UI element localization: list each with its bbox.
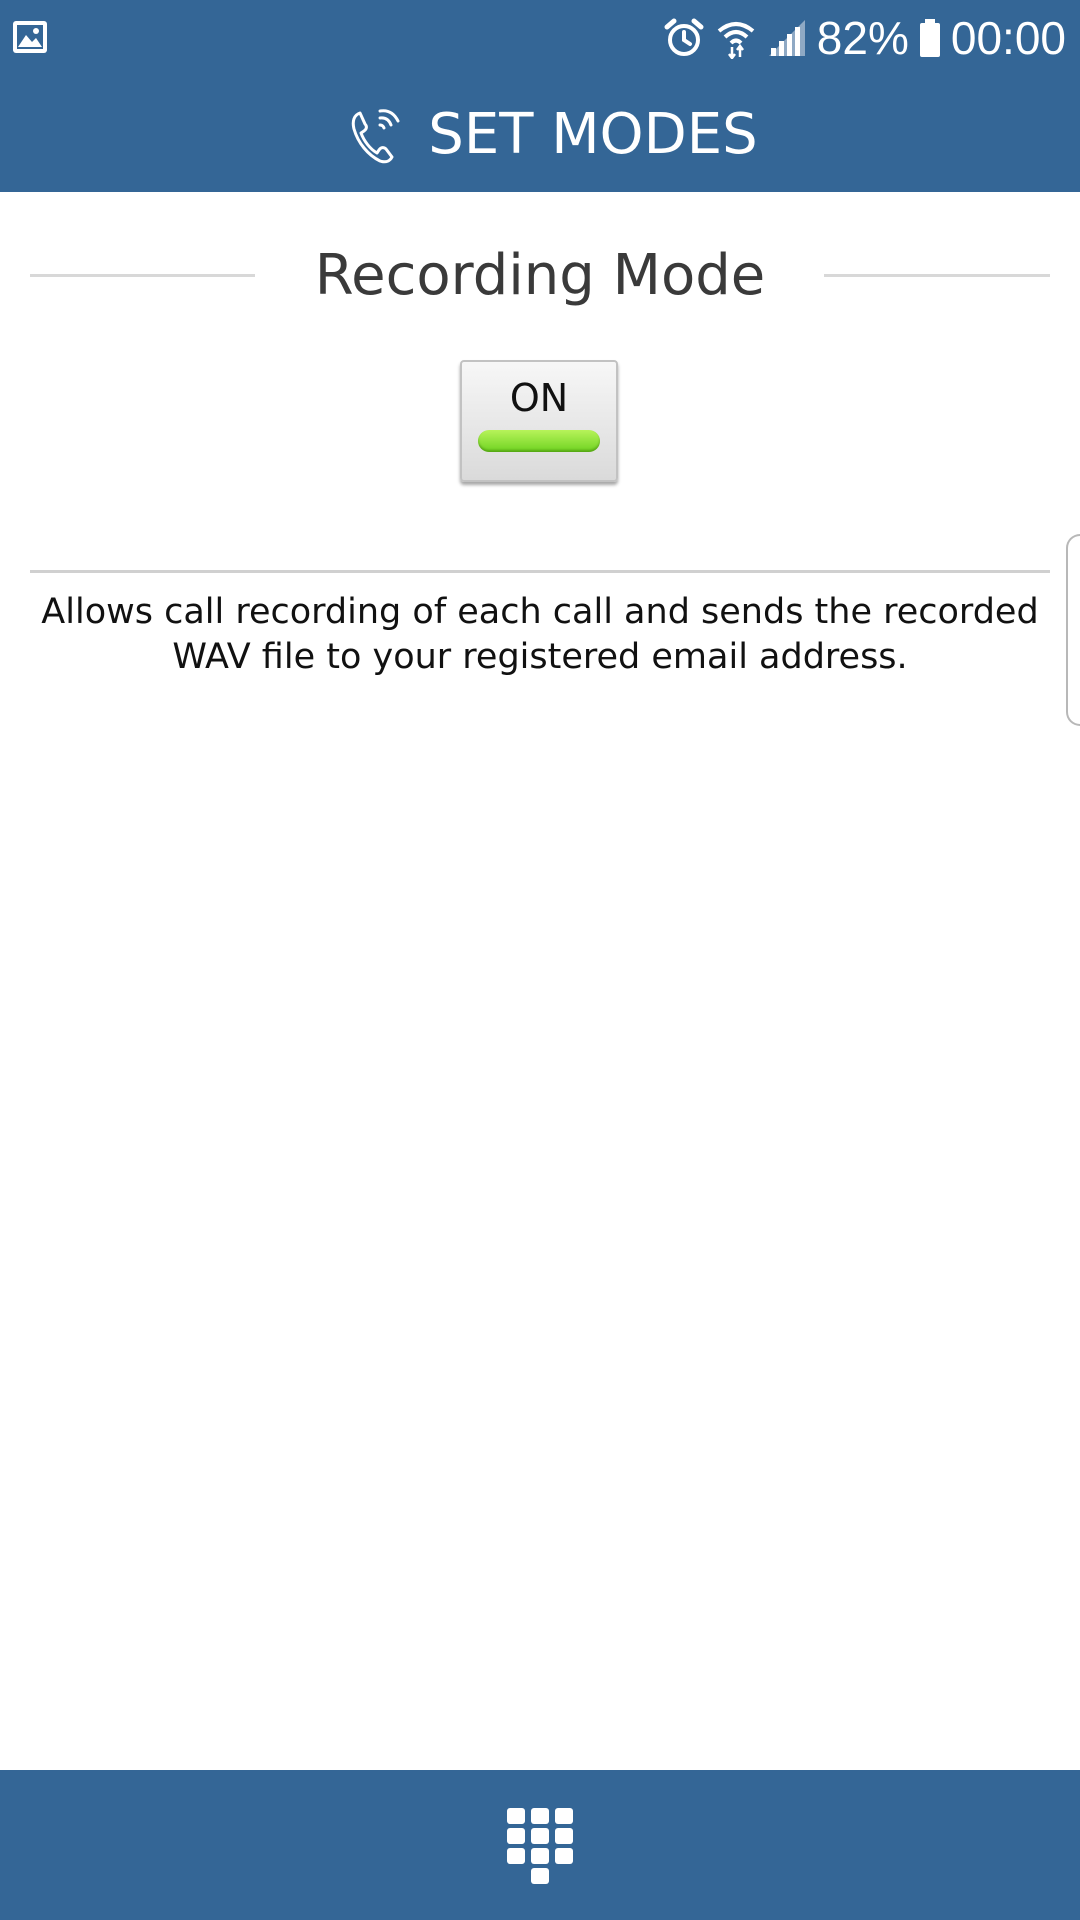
page-title: SET MODES bbox=[428, 101, 758, 167]
heading-divider-right bbox=[824, 274, 1050, 277]
image-notification-icon bbox=[13, 21, 47, 53]
alarm-icon bbox=[664, 18, 704, 56]
app-header: SET MODES bbox=[0, 76, 1080, 192]
wifi-icon bbox=[717, 22, 755, 59]
section-heading: Recording Mode bbox=[30, 236, 1050, 316]
status-right-group: 82% 00:00 bbox=[663, 0, 1066, 76]
recording-mode-toggle[interactable]: ON bbox=[460, 360, 618, 482]
clock: 00:00 bbox=[950, 12, 1066, 64]
phone-wifi-icon bbox=[352, 109, 400, 164]
signal-icon bbox=[768, 20, 805, 56]
battery-percent: 82% bbox=[816, 12, 909, 64]
recording-mode-description: Allows call recording of each call and s… bbox=[41, 592, 1039, 677]
battery-icon bbox=[919, 19, 940, 57]
toggle-label: ON bbox=[509, 376, 569, 420]
section-divider bbox=[30, 570, 1050, 573]
toggle-on-indicator bbox=[478, 430, 600, 452]
side-panel-handle[interactable] bbox=[1066, 534, 1080, 726]
dialpad-icon[interactable] bbox=[505, 1806, 575, 1890]
status-bar: 82% 00:00 bbox=[0, 0, 1080, 76]
bottom-bar bbox=[0, 1770, 1080, 1920]
header-title-group: SET MODES bbox=[346, 101, 758, 167]
